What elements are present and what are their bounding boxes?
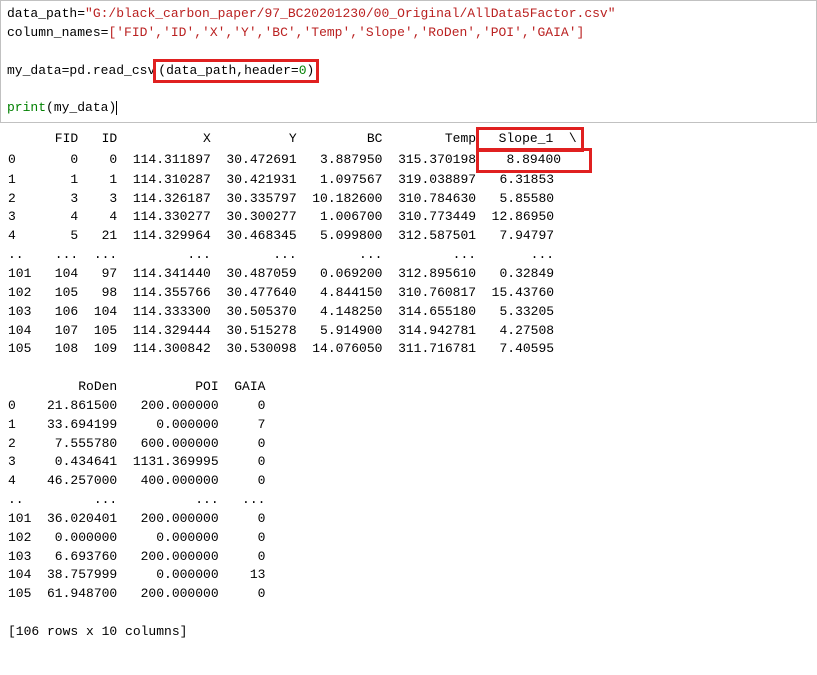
code-line-1: data_path="G:/black_carbon_paper/97_BC20… [7,6,616,21]
df-row: 0 21.861500 200.000000 0 [8,398,281,413]
highlight-read-csv-args: (data_path,header=0) [153,59,319,84]
df-row: 105 108 109 114.300842 30.530098 14.0760… [8,341,578,356]
print-call: print [7,100,46,115]
df-header-1: FID ID X Y BC Temp [8,131,476,146]
df-row: 3 0.434641 1131.369995 0 [8,454,281,469]
var-column-names: column_names [7,25,101,40]
df-row: 1 1 1 114.310287 30.421931 1.097567 319.… [8,172,578,187]
code-line-4: print(my_data) [7,100,117,115]
df-row: 103 106 104 114.333300 30.505370 4.14825… [8,304,578,319]
df-row: 1 33.694199 0.000000 7 [8,417,281,432]
df-row: 4 5 21 114.329964 30.468345 5.099800 312… [8,228,578,243]
code-cell[interactable]: data_path="G:/black_carbon_paper/97_BC20… [0,0,817,123]
df-row: 2 7.555780 600.000000 0 [8,436,281,451]
output-cell: FID ID X Y BC Temp Slope_1 \ 0 0 0 114.3… [0,123,817,648]
df-row: 105 61.948700 200.000000 0 [8,586,281,601]
df-row: 3 4 4 114.330277 30.300277 1.006700 310.… [8,209,578,224]
df-row: 102 105 98 114.355766 30.477640 4.844150… [8,285,578,300]
code-line-3: my_data=pd.read_csv(data_path,header=0) [7,63,317,78]
df-row: 101 36.020401 200.000000 0 [8,511,281,526]
df-row: 104 38.757999 0.000000 13 [8,567,281,582]
var-mydata: my_data [7,63,62,78]
df-row: 101 104 97 114.341440 30.487059 0.069200… [8,266,578,281]
text-cursor [116,101,117,115]
df-row: 0 0 0 114.311897 30.472691 3.887950 315.… [8,152,476,167]
highlight-slope-value: 8.89400 [476,148,591,173]
df-row: 104 107 105 114.329444 30.515278 5.91490… [8,323,578,338]
df-row: 4 46.257000 400.000000 0 [8,473,281,488]
df-shape-footer: [106 rows x 10 columns] [8,624,187,639]
df-ellipsis: .. ... ... ... ... ... ... ... [8,247,578,262]
code-line-2: column_names=['FID','ID','X','Y','BC','T… [7,25,584,40]
df-ellipsis: .. ... ... ... [8,492,281,507]
string-data-path: "G:/black_carbon_paper/97_BC20201230/00_… [85,6,616,21]
df-row: 102 0.000000 0.000000 0 [8,530,281,545]
df-header-2: RoDen POI GAIA [8,379,281,394]
df-row: 103 6.693760 200.000000 0 [8,549,281,564]
var-data-path: data_path [7,6,77,21]
df-row: 2 3 3 114.326187 30.335797 10.182600 310… [8,191,578,206]
list-column-names: ['FID','ID','X','Y','BC','Temp','Slope',… [108,25,584,40]
